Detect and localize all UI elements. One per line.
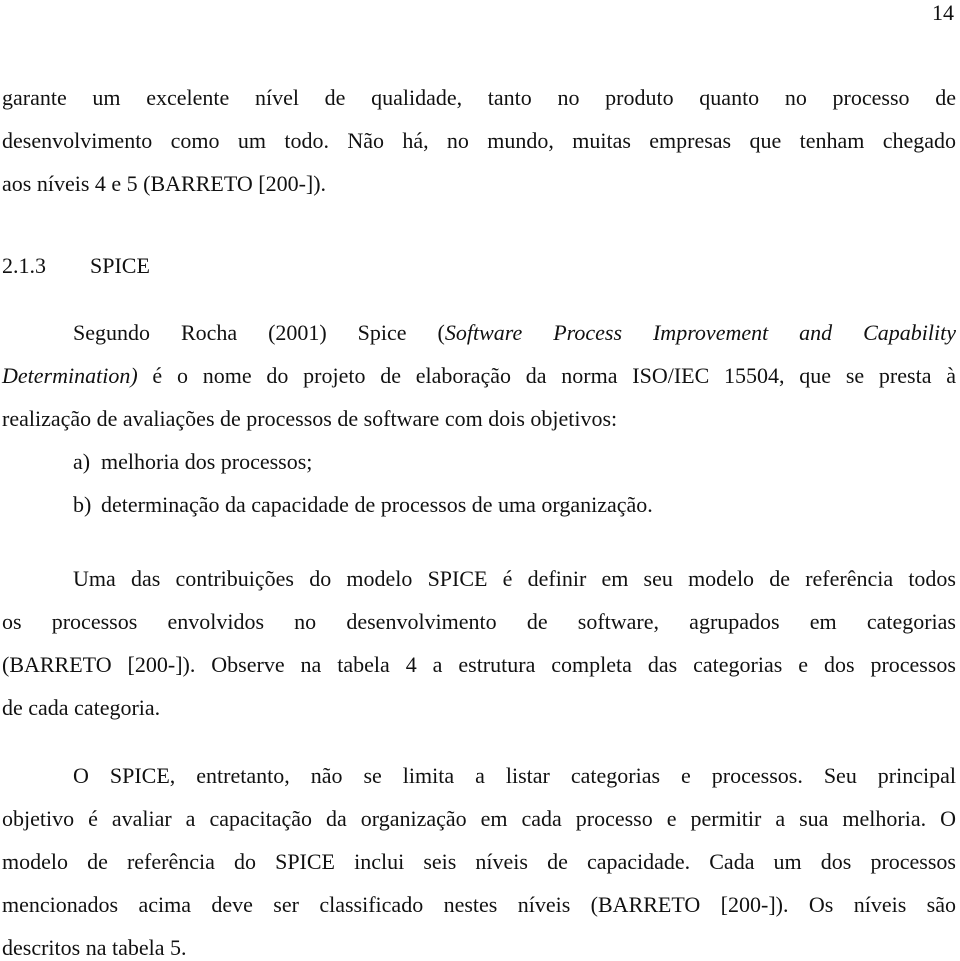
text-line: objetivo é avaliar a capacitação da orga…	[2, 806, 956, 831]
list-marker: a)	[73, 449, 91, 474]
text-line: descritos na tabela 5.	[2, 935, 187, 960]
list-item: b) determinação da capacidade de processo…	[73, 492, 960, 518]
text-line: modelo de referência do SPICE inclui sei…	[2, 849, 956, 874]
list-marker: b)	[73, 492, 92, 517]
section-heading: 2.1.3 SPICE	[2, 253, 956, 279]
text-line: O SPICE, entretanto, não se limita a lis…	[73, 763, 956, 788]
text-line: aos níveis 4 e 5 (BARRETO [200-]).	[2, 171, 327, 196]
text-line: desenvolvimento como um todo. Não há, no…	[2, 128, 956, 153]
text-line: garante um excelente nível de qualidade,…	[2, 85, 956, 110]
list-item-text: melhoria dos processos;	[101, 449, 313, 474]
text-line: Segundo Rocha (2001) Spice (Software Pro…	[73, 320, 956, 346]
text-line: de cada categoria.	[2, 695, 161, 720]
section-title: SPICE	[90, 253, 150, 278]
page-number: 14	[932, 0, 954, 25]
text-segment: Segundo Rocha (2001) Spice (	[73, 320, 445, 345]
text-line: mencionados acima deve ser classificado …	[2, 892, 956, 917]
text-line: Uma das contribuições do modelo SPICE é …	[73, 566, 956, 591]
section-number: 2.1.3	[2, 253, 46, 278]
italic-term: Software Process Improvement and Capabil…	[444, 320, 957, 345]
text-line: (BARRETO [200-]). Observe na tabela 4 a …	[2, 652, 956, 677]
text-line: Determination) é o nome do projeto de el…	[2, 363, 956, 389]
list-item: a) melhoria dos processos;	[73, 449, 960, 475]
text-line: realização de avaliações de processos de…	[2, 406, 618, 431]
text-line: os processos envolvidos no desenvolvimen…	[2, 609, 956, 634]
text-segment: é o nome do projeto de elaboração da nor…	[137, 363, 956, 388]
italic-term: Determination)	[2, 363, 138, 388]
list-item-text: determinação da capacidade de processos …	[101, 492, 653, 517]
